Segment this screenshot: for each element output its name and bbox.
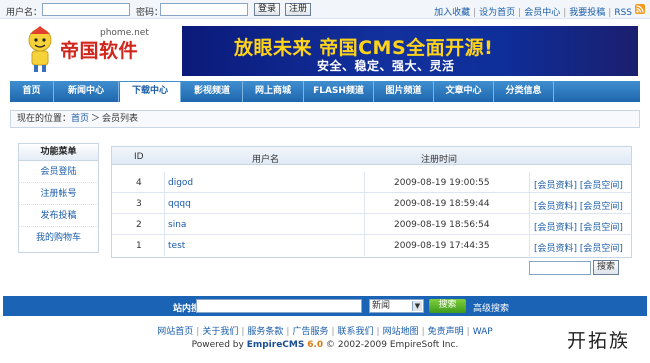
row-action-links[interactable]: [会员资料] [会员空间] [534,241,623,254]
search-category-value: 新闻 [372,301,391,311]
row-time: 2009-08-19 18:59:44 [394,199,490,209]
sidebar-title: 功能菜单 [19,144,98,161]
footer-link-about[interactable]: 关于我们 [202,327,238,337]
breadcrumb-prefix: 现在的位置： [17,114,72,124]
table-row: 2 sina 2009-08-19 18:56:54 [会员资料] [会员空间] [112,214,631,235]
banner-title: 放眼未来 帝国CMS全面开源! [234,37,494,59]
nav-article[interactable]: 文章中心 [434,81,494,102]
row-id: 2 [136,220,142,230]
footer-link-sitemap[interactable]: 网站地图 [383,327,419,337]
row-id: 4 [136,178,142,188]
column-username: 用户名 [252,155,280,165]
nav-video[interactable]: 影视频道 [182,81,243,102]
row-time: 2009-08-19 17:44:35 [394,241,490,251]
chevron-down-icon: ▼ [412,301,422,311]
breadcrumb-current: 会员列表 [102,114,139,124]
footer-link-disclaimer[interactable]: 免责声明 [428,327,464,337]
member-search-input[interactable] [529,261,591,275]
password-label: 密码： [136,8,164,18]
breadcrumb: 现在的位置：首页＞会员列表 [10,110,640,128]
nav-download[interactable]: 下载中心 [120,82,181,102]
search-category-select[interactable]: 新闻 ▼ [369,299,424,313]
table-header: ID 用户名 注册时间 [112,147,631,165]
row-id: 1 [136,241,142,251]
main-nav: 首页 新闻中心 下载中心 影视频道 网上商城 FLASH频道 图片频道 文章中心… [10,81,640,102]
username-label: 用户名： [6,8,43,18]
table-row: 4 digod 2009-08-19 19:00:55 [会员资料] [会员空间… [112,172,631,193]
logo-text: 帝国软件 [60,40,139,62]
row-username-link[interactable]: qqqq [168,199,191,209]
nav-photo[interactable]: 图片频道 [374,81,434,102]
row-username-link[interactable]: test [168,241,185,251]
top-bar: 用户名： 密码： 登录 注册 加入收藏 | 设为首页 | 会员中心 | 我要投稿 | RSS [0,0,650,19]
login-button[interactable]: 登录 [254,3,280,16]
sidebar-menu: 功能菜单 会员登陆 注册帐号 发布投稿 我的购物车 [18,143,99,253]
site-search-button[interactable]: 搜索 [429,299,466,313]
row-username-link[interactable]: sina [168,220,186,230]
row-action-links[interactable]: [会员资料] [会员空间] [534,199,623,212]
top-links: 加入收藏 | 设为首页 | 会员中心 | 我要投稿 | RSS [434,8,632,18]
row-action-links[interactable]: [会员资料] [会员空间] [534,178,623,191]
powered-brand-link[interactable]: EmpireCMS [247,340,305,350]
row-time: 2009-08-19 18:56:54 [394,220,490,230]
member-search-button[interactable]: 搜索 [593,260,619,275]
member-table: ID 用户名 注册时间 4 digod 2009-08-19 19:00:55 … [111,146,632,258]
row-time: 2009-08-19 19:00:55 [394,178,490,188]
rss-link[interactable]: RSS [614,8,632,18]
site-search-bar: 站内搜索： 新闻 ▼ 搜索 高级搜索 [3,296,647,316]
footer-links: 网站首页 | 关于我们 | 服务条款 | 广告服务 | 联系我们 | 网站地图 | 免责声明 | WAP [157,327,493,337]
sidebar-item-cart[interactable]: 我的购物车 [19,227,98,249]
footer-link-terms[interactable]: 服务条款 [247,327,283,337]
footer-link-home[interactable]: 网站首页 [157,327,193,337]
nav-flash[interactable]: FLASH频道 [304,81,374,102]
watermark-text: 开拓族 [567,330,631,352]
nav-news[interactable]: 新闻中心 [54,81,119,102]
column-register-time: 注册时间 [421,155,458,165]
row-id: 3 [136,199,142,209]
rss-icon[interactable] [635,4,645,14]
site-search-input[interactable] [196,299,362,313]
breadcrumb-separator: ＞ [91,114,101,124]
mascot-icon [28,26,52,72]
promo-banner[interactable]: 放眼未来 帝国CMS全面开源! 安全、稳定、强大、灵活 [182,26,638,76]
powered-prefix: Powered by [191,340,244,350]
username-input[interactable] [42,3,130,16]
table-row: 3 qqqq 2009-08-19 18:59:44 [会员资料] [会员空间] [112,193,631,214]
footer-link-contact[interactable]: 联系我们 [338,327,374,337]
add-favorite-link[interactable]: 加入收藏 [434,8,470,18]
footer-link-ads[interactable]: 广告服务 [292,327,328,337]
row-action-links[interactable]: [会员资料] [会员空间] [534,220,623,233]
sidebar-item-login[interactable]: 会员登陆 [19,161,98,183]
copyright-text: © 2002-2009 EmpireSoft Inc. [326,340,459,350]
sidebar-item-submit[interactable]: 发布投稿 [19,205,98,227]
powered-by: Powered by EmpireCMS 6.0 © 2002-2009 Emp… [0,340,650,350]
submit-article-link[interactable]: 我要投稿 [569,8,605,18]
table-row: 1 test 2009-08-19 17:44:35 [会员资料] [会员空间] [112,235,631,256]
breadcrumb-home[interactable]: 首页 [71,114,89,124]
register-button[interactable]: 注册 [285,3,311,16]
column-id: ID [134,152,144,162]
password-input[interactable] [160,3,248,16]
row-username-link[interactable]: digod [168,178,193,188]
nav-classified[interactable]: 分类信息 [494,81,554,102]
set-homepage-link[interactable]: 设为首页 [479,8,515,18]
advanced-search-link[interactable]: 高级搜索 [473,301,509,314]
banner-subtitle: 安全、稳定、强大、灵活 [317,59,455,73]
nav-home[interactable]: 首页 [10,81,54,102]
sidebar-item-register[interactable]: 注册帐号 [19,183,98,205]
nav-shop[interactable]: 网上商城 [243,81,304,102]
powered-version: 6.0 [307,340,324,350]
member-center-link[interactable]: 会员中心 [524,8,560,18]
footer-link-wap[interactable]: WAP [473,327,493,337]
